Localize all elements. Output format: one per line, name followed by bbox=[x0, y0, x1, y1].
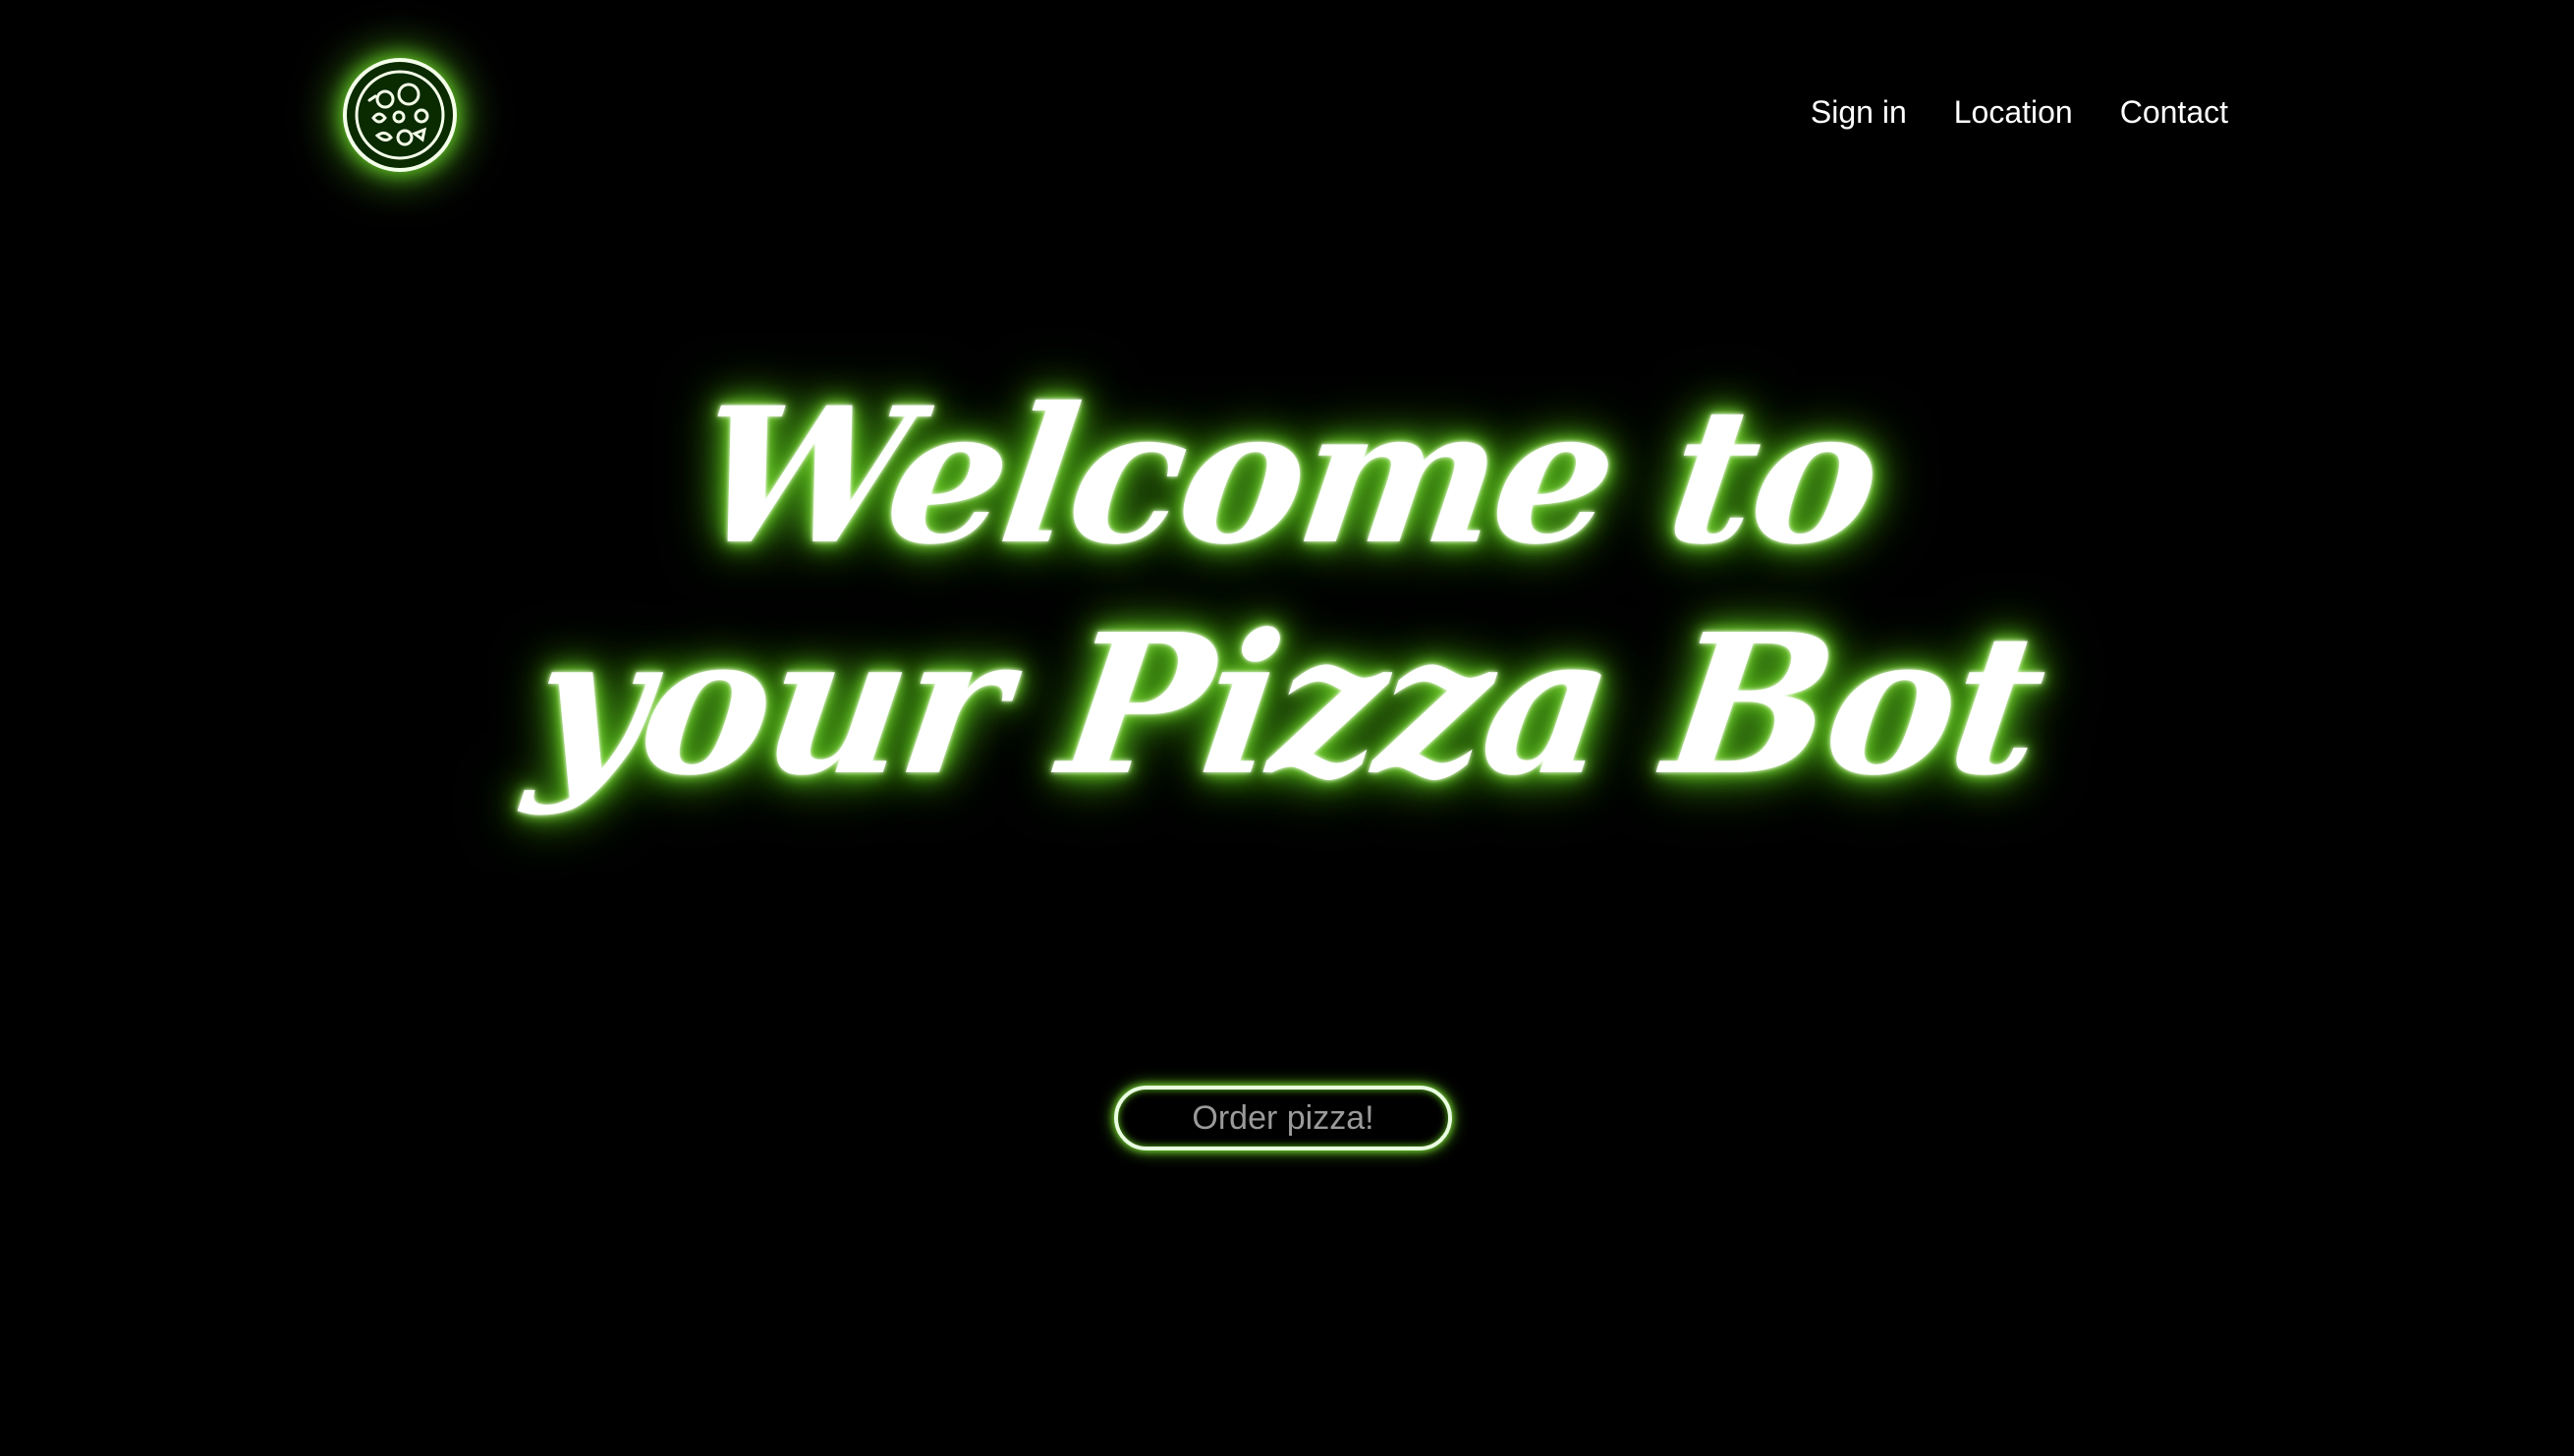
nav-contact-link[interactable]: Contact bbox=[2120, 96, 2228, 128]
nav-location-link[interactable]: Location bbox=[1954, 96, 2073, 128]
hero-heading: Welcome to your Pizza Bot bbox=[0, 366, 2574, 818]
pizza-icon bbox=[343, 58, 457, 172]
nav-sign-in-link[interactable]: Sign in bbox=[1811, 96, 1907, 128]
hero-line-pizza-bot: your Pizza Bot bbox=[520, 592, 2054, 818]
pizza-logo[interactable] bbox=[340, 55, 460, 175]
hero-line-welcome: Welcome to bbox=[684, 366, 1890, 586]
top-nav: Sign in Location Contact bbox=[1811, 96, 2228, 128]
landing-page: Sign in Location Contact Welcome to your… bbox=[0, 0, 2574, 1456]
order-pizza-button[interactable]: Order pizza! bbox=[1114, 1086, 1452, 1150]
